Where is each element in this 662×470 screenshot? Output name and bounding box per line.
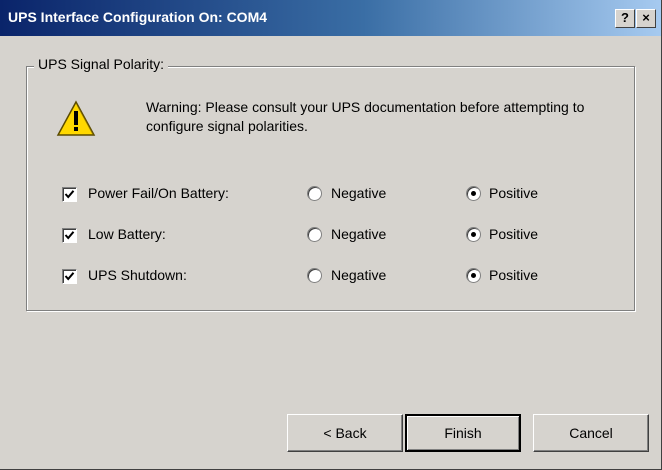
power-fail-label: Power Fail/On Battery: <box>88 185 229 201</box>
finish-button[interactable]: Finish <box>405 414 521 452</box>
close-button[interactable]: × <box>636 9 656 28</box>
checkmark-icon <box>64 231 75 240</box>
checkmark-icon <box>64 272 75 281</box>
ups-config-dialog: UPS Interface Configuration On: COM4 ? ×… <box>0 0 662 470</box>
signal-row-ups-shutdown: UPS Shutdown: Negative Positive <box>0 266 662 288</box>
radio-selected-dot <box>471 191 476 196</box>
back-button[interactable]: < Back <box>287 414 403 452</box>
checkmark-icon <box>64 190 75 199</box>
low-battery-label: Low Battery: <box>88 226 166 242</box>
window-title: UPS Interface Configuration On: COM4 <box>8 9 268 25</box>
low-battery-positive-radio[interactable] <box>466 227 481 242</box>
radio-selected-dot <box>471 232 476 237</box>
ups-shutdown-negative-label: Negative <box>331 267 387 283</box>
ups-shutdown-negative-radio[interactable] <box>307 268 322 283</box>
power-fail-positive-radio[interactable] <box>466 186 481 201</box>
ups-shutdown-positive-radio[interactable] <box>466 268 481 283</box>
signal-row-power-fail: Power Fail/On Battery: Negative Positive <box>0 184 662 206</box>
signal-row-low-battery: Low Battery: Negative Positive <box>0 225 662 247</box>
cancel-button[interactable]: Cancel <box>533 414 649 452</box>
low-battery-positive-label: Positive <box>489 226 539 242</box>
ups-shutdown-checkbox[interactable] <box>62 269 77 284</box>
power-fail-negative-label: Negative <box>331 185 387 201</box>
power-fail-checkbox[interactable] <box>62 187 77 202</box>
power-fail-positive-label: Positive <box>489 185 539 201</box>
warning-triangle-icon <box>56 100 96 136</box>
help-button[interactable]: ? <box>615 9 635 28</box>
warning-message: Warning: Please consult your UPS documen… <box>146 99 585 134</box>
title-bar[interactable]: UPS Interface Configuration On: COM4 ? × <box>0 0 661 36</box>
power-fail-negative-radio[interactable] <box>307 186 322 201</box>
groupbox-label: UPS Signal Polarity: <box>34 56 169 72</box>
low-battery-checkbox[interactable] <box>62 228 77 243</box>
radio-selected-dot <box>471 273 476 278</box>
ups-shutdown-label: UPS Shutdown: <box>88 267 187 283</box>
low-battery-negative-radio[interactable] <box>307 227 322 242</box>
low-battery-negative-label: Negative <box>331 226 387 242</box>
ups-shutdown-positive-label: Positive <box>489 267 539 283</box>
